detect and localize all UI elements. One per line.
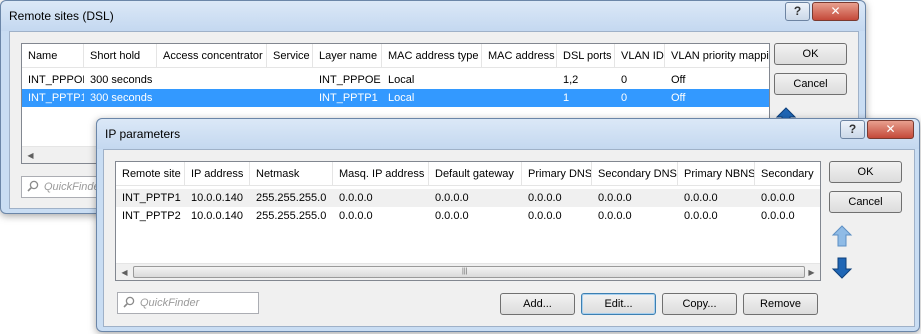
cell-service [267, 71, 313, 89]
ok-button[interactable]: OK [774, 43, 847, 65]
column-header[interactable]: MAC address [482, 44, 557, 68]
cell-masq-ip: 0.0.0.0 [339, 210, 373, 222]
cell-secondary-dns: 0.0.0.0 [598, 192, 632, 204]
scroll-thumb[interactable]: ||| [133, 266, 805, 278]
cell-secondary-nbns: 0.0.0.0 [761, 210, 795, 222]
cell-mac-type: Local [388, 74, 415, 86]
cell-primary-dns: 0.0.0.0 [528, 210, 562, 222]
scroll-left-icon[interactable]: ◀ [116, 264, 133, 280]
help-button[interactable]: ? [785, 2, 810, 21]
column-header[interactable]: Netmask [250, 162, 333, 186]
column-header[interactable]: Access concentrator [157, 44, 267, 68]
ip-parameters-window: IP parameters ? ✕ Remote site IP address… [96, 118, 920, 332]
column-header[interactable]: VLAN ID [615, 44, 665, 68]
column-header[interactable]: Default gateway [429, 162, 522, 186]
cell-layer-name: INT_PPPOE [319, 74, 381, 86]
column-header[interactable]: VLAN priority mapping [665, 44, 769, 68]
add-button[interactable]: Add... [500, 293, 575, 315]
column-header[interactable]: Name [22, 44, 84, 68]
quickfinder-placeholder: QuickFinder [140, 297, 200, 309]
cell-short-hold: 300 seconds [90, 74, 153, 86]
cell-mac-type: Local [388, 92, 415, 104]
cell-dsl-ports: 1,2 [563, 74, 579, 86]
cell-primary-nbns: 0.0.0.0 [684, 192, 718, 204]
remove-button[interactable]: Remove [743, 293, 818, 315]
ip-parameters-titlebar[interactable]: IP parameters ? ✕ [97, 119, 919, 149]
copy-button[interactable]: Copy... [662, 293, 737, 315]
cell-vlan-id: 0 [621, 74, 628, 86]
cell-secondary-nbns: 0.0.0.0 [761, 192, 795, 204]
magnifier-icon [123, 296, 135, 308]
cell-short-hold: 300 seconds [90, 92, 153, 104]
remote-sites-titlebar[interactable]: Remote sites (DSL) ? ✕ [1, 1, 865, 31]
column-header[interactable]: DSL ports [557, 44, 615, 68]
magnifier-icon [27, 180, 39, 192]
cell-vlan-priority: Off [671, 92, 686, 104]
cancel-button[interactable]: Cancel [829, 191, 902, 213]
cell-masq-ip: 0.0.0.0 [339, 192, 373, 204]
cell-ip-address: 10.0.0.140 [191, 210, 243, 222]
table-row[interactable]: INT_PPTP1 10.0.0.140 255.255.255.0 0.0.0… [116, 189, 820, 207]
table-row-selected[interactable]: INT_PPTP1 300 seconds INT_PPTP1 Local 1 … [22, 89, 769, 107]
column-header[interactable]: Secondary DNS [592, 162, 678, 186]
cell-default-gateway: 0.0.0.0 [435, 210, 469, 222]
column-header[interactable]: Secondary [755, 162, 820, 186]
column-header[interactable]: Short hold [84, 44, 157, 68]
cell-remote-site: INT_PPTP2 [122, 210, 181, 222]
cell-netmask: 255.255.255.0 [256, 210, 327, 222]
cell-access-concentrator [157, 89, 267, 107]
cell-vlan-id: 0 [621, 92, 628, 104]
table-header: Name Short hold Access concentrator Serv… [22, 44, 769, 68]
arrow-up-icon[interactable] [831, 224, 853, 248]
ip-parameters-table[interactable]: Remote site IP address Netmask Masq. IP … [115, 161, 821, 281]
cell-service [267, 89, 313, 107]
quickfinder-placeholder: QuickFinder [44, 181, 104, 193]
column-header[interactable]: Remote site [116, 162, 185, 186]
scroll-right-icon[interactable]: ▶ [803, 264, 820, 280]
help-button[interactable]: ? [840, 120, 865, 139]
cell-remote-site: INT_PPTP1 [122, 192, 181, 204]
cell-mac-address [482, 71, 557, 89]
cell-access-concentrator [157, 71, 267, 89]
ok-button[interactable]: OK [829, 161, 902, 183]
cell-name: INT_PPTP1 [28, 92, 84, 104]
quickfinder-input[interactable]: QuickFinder [117, 292, 259, 314]
cell-ip-address: 10.0.0.140 [191, 192, 243, 204]
cell-dsl-ports: 1 [563, 92, 570, 104]
cell-layer-name: INT_PPTP1 [319, 92, 378, 104]
close-button[interactable]: ✕ [812, 2, 859, 21]
ip-parameters-client: Remote site IP address Netmask Masq. IP … [103, 149, 915, 327]
close-button[interactable]: ✕ [867, 120, 914, 139]
column-header[interactable]: Layer name [313, 44, 382, 68]
cell-secondary-dns: 0.0.0.0 [598, 210, 632, 222]
cell-primary-nbns: 0.0.0.0 [684, 210, 718, 222]
table-row[interactable]: INT_PPPOE 300 seconds INT_PPPOE Local 1,… [22, 71, 769, 89]
column-header[interactable]: MAC address type [382, 44, 482, 68]
cell-mac-address [482, 89, 557, 107]
cell-primary-dns: 0.0.0.0 [528, 192, 562, 204]
table-header: Remote site IP address Netmask Masq. IP … [116, 162, 820, 186]
scroll-left-icon[interactable]: ◀ [22, 147, 39, 163]
cell-netmask: 255.255.255.0 [256, 192, 327, 204]
cancel-button[interactable]: Cancel [774, 73, 847, 95]
window-title: IP parameters [105, 127, 181, 141]
column-header[interactable]: Service [267, 44, 313, 68]
cell-default-gateway: 0.0.0.0 [435, 192, 469, 204]
window-title: Remote sites (DSL) [9, 9, 114, 23]
column-header[interactable]: Masq. IP address [333, 162, 429, 186]
cell-vlan-priority: Off [671, 74, 686, 86]
column-header[interactable]: Primary DNS [522, 162, 592, 186]
cell-name: INT_PPPOE [28, 74, 84, 86]
column-header[interactable]: IP address [185, 162, 250, 186]
horizontal-scrollbar[interactable]: ◀ ||| ▶ [116, 263, 820, 280]
edit-button[interactable]: Edit... [581, 293, 656, 315]
table-row[interactable]: INT_PPTP2 10.0.0.140 255.255.255.0 0.0.0… [116, 207, 820, 225]
column-header[interactable]: Primary NBNS [678, 162, 755, 186]
arrow-down-icon[interactable] [831, 256, 853, 280]
grip-icon: ||| [462, 268, 468, 275]
